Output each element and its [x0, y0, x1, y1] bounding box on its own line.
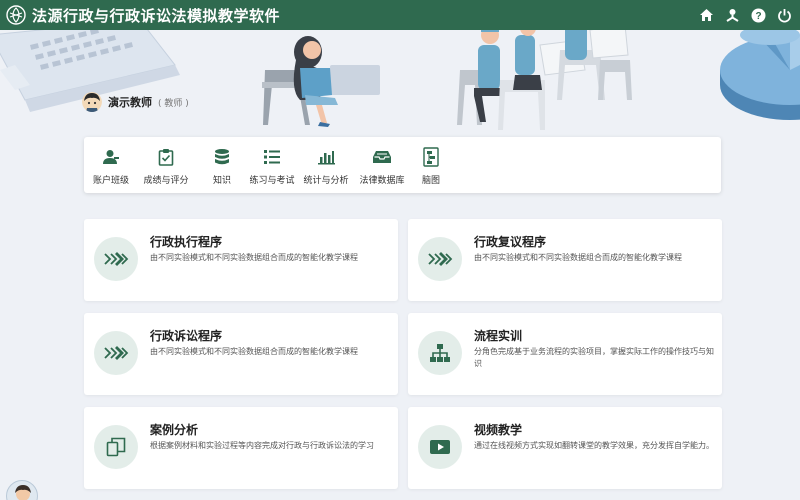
power-icon[interactable]: [776, 7, 792, 23]
card-title: 视频教学: [474, 423, 523, 437]
video-play-icon: [418, 425, 462, 469]
card-title: 行政执行程序: [150, 235, 223, 249]
nav-label: 知识: [212, 176, 231, 186]
svg-text:?: ?: [755, 11, 761, 22]
module-card-video-teaching[interactable]: 视频教学 通过在线视频方式实现如翻转课堂的教学效果，充分发挥自学能力。: [408, 407, 722, 489]
module-card-admin-litigation[interactable]: 行政诉讼程序 由不同实验模式和不同实验数据组合而成的智能化教学课程: [84, 313, 398, 395]
nav-label: 练习与考试: [249, 176, 295, 186]
title-bar: 法源行政与行政诉讼法模拟教学软件 ?: [0, 0, 800, 30]
nav-item-grades[interactable]: 成绩与评分: [140, 137, 192, 193]
users-icon: [101, 147, 121, 167]
card-title: 行政诉讼程序: [150, 329, 223, 343]
module-card-process-training[interactable]: 流程实训 分角色完成基于业务流程的实验项目，掌握实际工作的操作技巧与知识: [408, 313, 722, 395]
teacher-avatar: [82, 92, 102, 112]
clipboard-check-icon: [156, 147, 176, 167]
inbox-tray-icon: [372, 147, 392, 167]
nav-item-practice-exams[interactable]: 练习与考试: [246, 137, 298, 193]
nav-label: 脑图: [421, 176, 440, 186]
copy-documents-icon: [94, 425, 138, 469]
nav-label: 成绩与评分: [143, 176, 189, 186]
nav-item-accounts[interactable]: 账户班级: [90, 137, 132, 193]
card-description: 分角色完成基于业务流程的实验项目，掌握实际工作的操作技巧与知识: [474, 347, 714, 368]
nav-label: 账户班级: [92, 176, 129, 186]
function-nav-bar: 账户班级 成绩与评分 知识 练习与考试 统计与分析 法律数据库 脑图: [84, 137, 721, 193]
double-chevron-icon: [94, 237, 138, 281]
module-card-case-analysis[interactable]: 案例分析 根据案例材料和实验过程等内容完成对行政与行政诉讼法的学习: [84, 407, 398, 489]
nav-item-statistics[interactable]: 统计与分析: [300, 137, 352, 193]
nav-label: 法律数据库: [359, 176, 405, 186]
help-icon[interactable]: ?: [750, 7, 766, 23]
nav-item-mindmap[interactable]: 脑图: [416, 137, 446, 193]
card-description: 由不同实验模式和不同实验数据组合而成的智能化教学课程: [150, 347, 358, 356]
assistant-avatar[interactable]: [6, 480, 38, 500]
doctors-illustration: [457, 30, 632, 130]
card-title: 案例分析: [150, 423, 199, 437]
flowchart-icon: [418, 331, 462, 375]
list-icon: [262, 147, 282, 167]
nav-item-knowledge[interactable]: 知识: [202, 137, 242, 193]
database-icon: [212, 147, 232, 167]
pie-chart-illustration: [720, 30, 800, 120]
card-description: 由不同实验模式和不同实验数据组合而成的智能化教学课程: [474, 253, 682, 262]
home-icon[interactable]: [698, 7, 714, 23]
module-card-admin-enforcement[interactable]: 行政执行程序 由不同实验模式和不同实验数据组合而成的智能化教学课程: [84, 219, 398, 301]
header-illustration: [0, 30, 800, 150]
nav-item-law-database[interactable]: 法律数据库: [356, 137, 408, 193]
user-role: ( 教师 ): [158, 98, 189, 109]
user-info: 演示教师 ( 教师 ): [82, 92, 189, 112]
app-title: 法源行政与行政诉讼法模拟教学软件: [32, 6, 281, 25]
double-chevron-icon: [94, 331, 138, 375]
card-description: 由不同实验模式和不同实验数据组合而成的智能化教学课程: [150, 253, 358, 262]
nav-label: 统计与分析: [303, 176, 349, 186]
mindmap-icon: [421, 147, 441, 167]
card-description: 根据案例材料和实验过程等内容完成对行政与行政诉讼法的学习: [150, 441, 374, 450]
student-woman-illustration: [262, 36, 380, 127]
bar-chart-icon: [316, 147, 336, 167]
user-structure-icon[interactable]: [724, 7, 740, 23]
user-name: 演示教师: [108, 96, 152, 109]
module-card-admin-reconsideration[interactable]: 行政复议程序 由不同实验模式和不同实验数据组合而成的智能化教学课程: [408, 219, 722, 301]
card-description: 通过在线视频方式实现如翻转课堂的教学效果，充分发挥自学能力。: [474, 441, 714, 450]
card-title: 行政复议程序: [474, 235, 547, 249]
app-logo-icon: [6, 5, 26, 25]
double-chevron-icon: [418, 237, 462, 281]
card-title: 流程实训: [474, 329, 523, 343]
